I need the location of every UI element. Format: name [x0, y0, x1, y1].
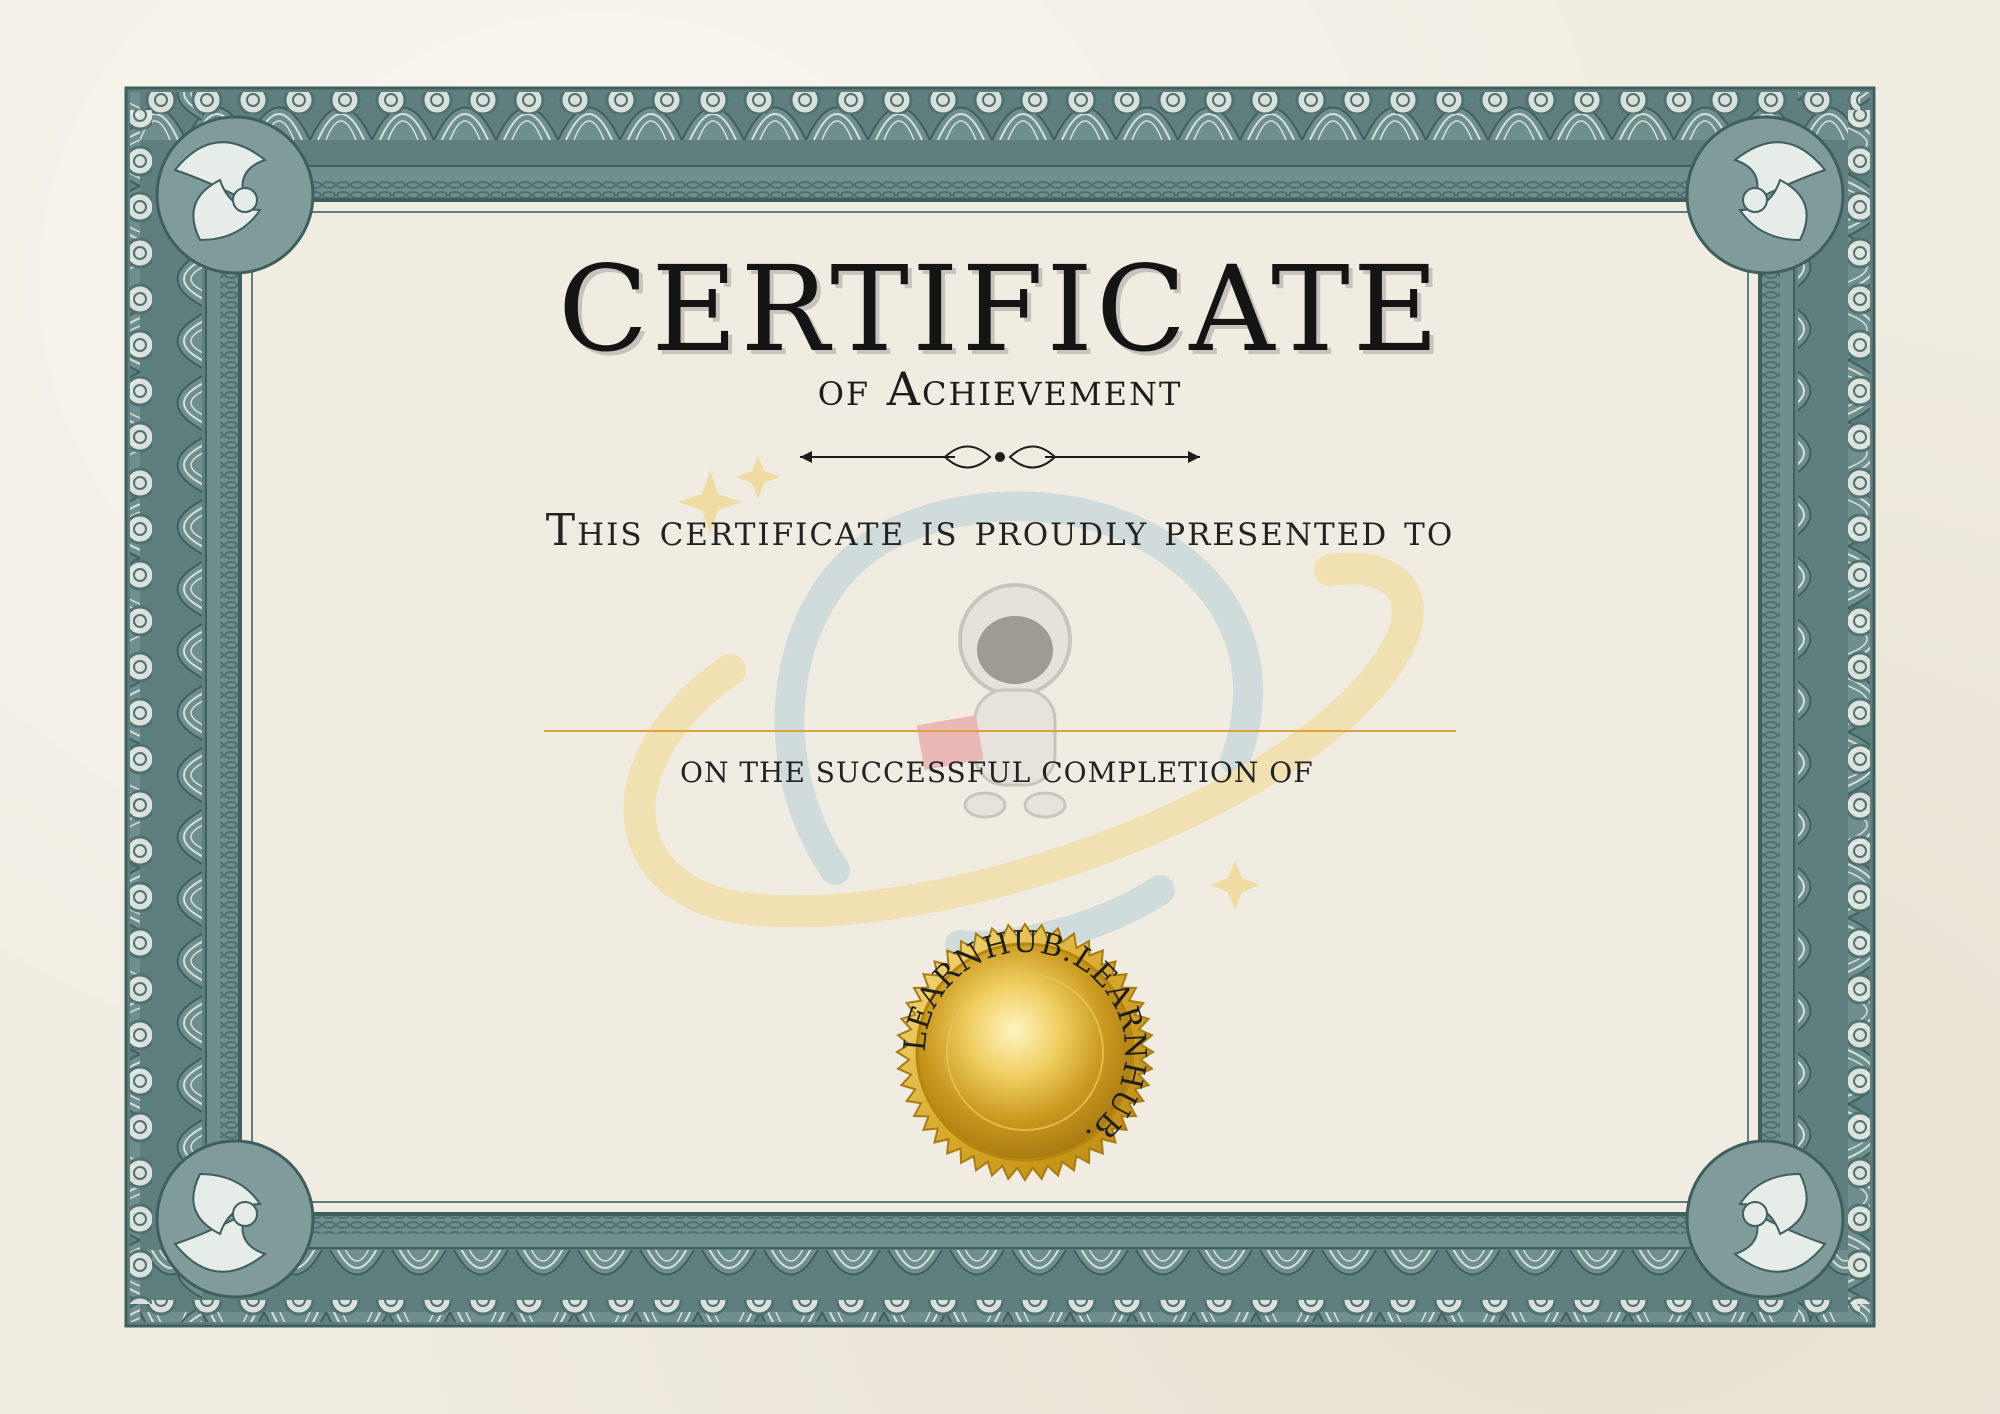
gold-seal: LEARNHUB.LEARNHUB. [895, 922, 1155, 1182]
completion-text: ON THE SUCCESSFUL COMPLETION OF [680, 756, 1314, 789]
top-ring-row [140, 92, 1860, 114]
certificate-subtitle: of Achievement [817, 362, 1183, 416]
presented-to-text: This certificate is proudly presented to [545, 505, 1455, 556]
certificate-title: CERTIFICATE [558, 240, 1442, 378]
recipient-name-line [544, 730, 1456, 732]
bottom-ring-row [140, 1300, 1860, 1322]
certificate-frame: LEARNHUB.LEARNHUB. [124, 86, 1876, 1328]
corner-ornament-bottom-right [1685, 1139, 1845, 1299]
corner-ornament-bottom-left [155, 1139, 315, 1299]
